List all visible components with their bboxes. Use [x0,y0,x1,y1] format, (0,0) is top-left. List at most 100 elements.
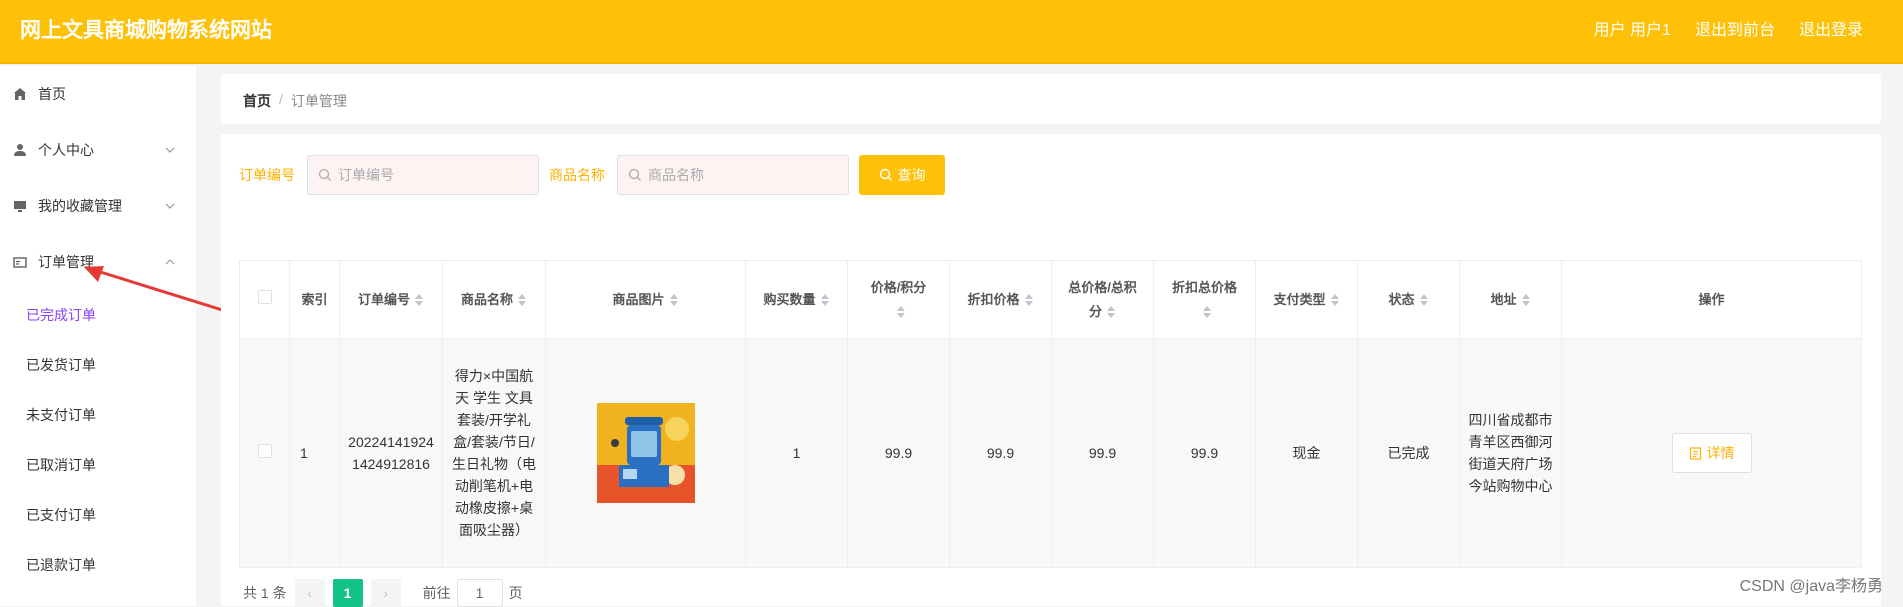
cell-index: 1 [290,339,340,568]
product-name-placeholder: 商品名称 [648,165,704,185]
cell-discount-total: 99.9 [1154,339,1256,568]
detail-label: 详情 [1707,442,1735,464]
prev-page-button[interactable]: ‹ [295,579,325,607]
col-pay-type[interactable]: 支付类型 [1256,261,1358,339]
chevron-down-icon [164,144,176,156]
product-name-input[interactable]: 商品名称 [617,155,849,195]
cell-status: 已完成 [1358,339,1460,568]
sidebar-subitem-refunded[interactable]: 已退款订单 [0,540,196,590]
sidebar: 首页 个人中心 我的收藏管理 订单管理 已完成订单 已发货订单 未支付订单 已取… [0,66,196,606]
select-all-checkbox[interactable] [258,290,272,304]
order-no-input[interactable]: 订单编号 [307,155,539,195]
col-actions: 操作 [1562,261,1862,339]
cell-order-no: 202241419241424912816 [340,339,443,568]
cell-total-price: 99.9 [1052,339,1154,568]
next-page-button[interactable]: › [371,579,401,607]
top-header: 网上文具商城购物系统网站 用户 用户1 退出到前台 退出登录 [0,0,1903,64]
order-no-label: 订单编号 [239,165,295,185]
main-content: 订单编号 订单编号 商品名称 商品名称 查询 索引 订单编号 商品名称 [221,134,1881,606]
col-total-price[interactable]: 总价格/总积分 [1052,261,1154,339]
sidebar-item-favorites[interactable]: 我的收藏管理 [0,178,196,234]
col-address[interactable]: 地址 [1460,261,1562,339]
current-user[interactable]: 用户 用户1 [1594,16,1671,40]
product-image [597,403,695,503]
search-icon [318,168,332,182]
sort-icon[interactable] [517,293,527,307]
cell-product-name: 得力×中国航天 学生 文具套装/开学礼盒/套装/节日/生日礼物（电动削笔机+电动… [443,339,546,568]
col-status[interactable]: 状态 [1358,261,1460,339]
query-label: 查询 [898,165,926,185]
sidebar-item-label: 首页 [38,84,66,104]
sidebar-subitem-unpaid[interactable]: 未支付订单 [0,390,196,440]
document-icon [1689,447,1702,460]
goto-page-input[interactable]: 1 [457,579,503,607]
col-discount-price[interactable]: 折扣价格 [950,261,1052,339]
col-product-image[interactable]: 商品图片 [546,261,746,339]
sidebar-item-label: 个人中心 [38,140,94,160]
sort-icon[interactable] [1202,305,1212,319]
select-all-cell [240,261,290,339]
row-select-cell [240,339,290,568]
sort-icon[interactable] [1106,305,1116,319]
breadcrumb: 首页 / 订单管理 [243,91,347,111]
orders-table: 索引 订单编号 商品名称 商品图片 购买数量 价格/积分 折扣价格 总价格/总积… [239,260,1862,568]
search-bar: 订单编号 订单编号 商品名称 商品名称 查询 [239,155,945,195]
watermark: CSDN @java李杨勇 [1740,572,1883,596]
sort-icon[interactable] [820,293,830,307]
site-title: 网上文具商城购物系统网站 [20,14,272,44]
detail-button[interactable]: 详情 [1672,433,1752,473]
goto-label: 前往 [423,583,451,603]
pager-total: 共 1 条 [243,583,287,603]
product-name-label: 商品名称 [549,165,605,185]
page-suffix: 页 [509,583,523,603]
col-quantity[interactable]: 购买数量 [746,261,848,339]
to-front-link[interactable]: 退出到前台 [1695,16,1775,40]
query-button[interactable]: 查询 [859,155,945,195]
sort-icon[interactable] [1521,293,1531,307]
cell-pay-type: 现金 [1256,339,1358,568]
goto-page: 前往 1 页 [423,579,523,607]
breadcrumb-separator: / [279,91,283,111]
sort-icon[interactable] [669,293,679,307]
search-icon [628,168,642,182]
header-links: 用户 用户1 退出到前台 退出登录 [1594,16,1863,40]
sort-icon[interactable] [896,305,906,319]
col-discount-total[interactable]: 折扣总价格 [1154,261,1256,339]
col-price[interactable]: 价格/积分 [848,261,950,339]
logout-link[interactable]: 退出登录 [1799,16,1863,40]
user-icon [12,142,28,158]
sort-icon[interactable] [1419,293,1429,307]
page-number-1[interactable]: 1 [333,579,363,607]
sort-icon[interactable] [1024,293,1034,307]
col-order-no[interactable]: 订单编号 [340,261,443,339]
breadcrumb-home[interactable]: 首页 [243,91,271,111]
sidebar-subitem-paid[interactable]: 已支付订单 [0,490,196,540]
table-header-row: 索引 订单编号 商品名称 商品图片 购买数量 价格/积分 折扣价格 总价格/总积… [240,261,1862,339]
home-icon [12,86,28,102]
table-row: 1 202241419241424912816 得力×中国航天 学生 文具套装/… [240,339,1862,568]
col-product-name[interactable]: 商品名称 [443,261,546,339]
cell-quantity: 1 [746,339,848,568]
search-icon [879,168,893,182]
order-no-placeholder: 订单编号 [338,165,394,185]
sidebar-item-home[interactable]: 首页 [0,66,196,122]
cell-discount-price: 99.9 [950,339,1052,568]
cell-address: 四川省成都市青羊区西御河街道天府广场今站购物中心 [1460,339,1562,568]
cell-actions: 详情 [1562,339,1862,568]
chevron-down-icon [164,200,176,212]
breadcrumb-current: 订单管理 [291,91,347,111]
sidebar-subitem-shipped[interactable]: 已发货订单 [0,340,196,390]
sidebar-item-label: 我的收藏管理 [38,196,122,216]
sort-icon[interactable] [414,293,424,307]
row-checkbox[interactable] [258,444,272,458]
breadcrumb-bar: 首页 / 订单管理 [221,74,1881,124]
pagination: 共 1 条 ‹ 1 › 前往 1 页 [243,579,523,607]
card-icon [12,254,28,270]
sidebar-subitem-cancelled[interactable]: 已取消订单 [0,440,196,490]
monitor-icon [12,198,28,214]
col-index: 索引 [290,261,340,339]
cell-price: 99.9 [848,339,950,568]
cell-product-image [546,339,746,568]
sort-icon[interactable] [1330,293,1340,307]
sidebar-item-personal[interactable]: 个人中心 [0,122,196,178]
